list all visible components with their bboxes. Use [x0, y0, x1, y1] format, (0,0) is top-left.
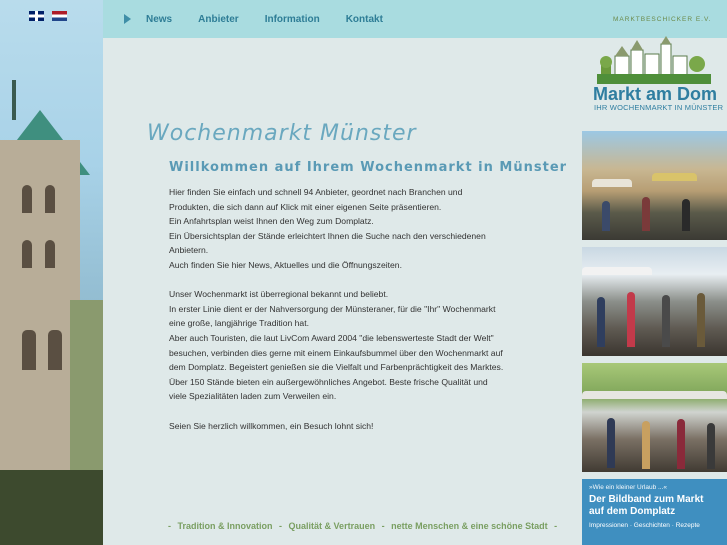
nav-information[interactable]: Information	[265, 14, 320, 25]
text-line: Über 150 Stände bieten ein außergewöhnli…	[169, 376, 488, 387]
arrow-right-icon	[124, 14, 131, 24]
promo-title: Der Bildband zum Markt auf dem Domplatz	[589, 494, 704, 517]
book-promo-banner[interactable]: »Wie ein kleiner Urlaub ...« Der Bildban…	[582, 479, 727, 545]
text-line: Hier finden Sie einfach und schnell 94 A…	[169, 187, 463, 197]
nl-flag-icon[interactable]	[52, 11, 67, 21]
town-skyline-icon	[597, 36, 711, 84]
footer-slogans: - Tradition & Innovation - Qualität & Ve…	[168, 521, 558, 531]
promo-quote: »Wie ein kleiner Urlaub ...«	[589, 484, 668, 491]
text-line: eine große, langjährige Tradition hat.	[169, 318, 309, 329]
market-photo-3	[582, 363, 727, 472]
text-line: In erster Linie dient er der Nahversorgu…	[169, 303, 496, 314]
logo[interactable]: MARKTBESCHICKER E.V. Markt am Dom IHR WO…	[589, 14, 723, 114]
uk-flag-icon[interactable]	[29, 11, 44, 21]
logo-title: Markt am Dom	[593, 84, 718, 104]
slogan-tradition: Tradition & Innovation	[177, 521, 273, 531]
slogan-quality: Qualität & Vertrauen	[288, 521, 376, 531]
text-line: Ein Übersichtsplan der Stände erleichter…	[169, 230, 486, 241]
intro-text: Hier finden Sie einfach und schnell 94 A…	[169, 185, 529, 433]
nav-news[interactable]: News	[146, 14, 172, 25]
text-line: Anbietern.	[169, 245, 209, 256]
text-line: Produkten, die sich dann auf Klick mit e…	[169, 201, 442, 212]
text-line: dem Domplatz. Begeistert genießen sie di…	[169, 362, 504, 373]
logo-subtitle: IHR WOCHENMARKT IN MÜNSTER	[594, 103, 724, 112]
promo-footer: Impressionen · Geschichten · Rezepte	[589, 522, 700, 529]
closing-line: Seien Sie herzlich willkommen, ein Besuc…	[169, 420, 374, 431]
slogan-people: nette Menschen & eine schöne Stadt	[391, 521, 548, 531]
text-line: Ein Anfahrtsplan weist Ihnen den Weg zum…	[169, 216, 374, 227]
text-line: besuchen, verbinden dies gerne mit einem…	[169, 347, 503, 358]
text-line: Auch finden Sie hier News, Aktuelles und…	[169, 259, 402, 270]
text-line: viele Spezialitäten laden zum Verweilen …	[169, 391, 337, 402]
market-photo-1	[582, 131, 727, 240]
main-nav: News Anbieter Information Kontakt	[124, 0, 409, 38]
language-flags	[29, 11, 67, 21]
text-line: Aber auch Touristen, die laut LivCom Awa…	[169, 332, 494, 343]
page-title: Wochenmarkt Münster	[147, 121, 417, 146]
cathedral-photo	[0, 0, 103, 545]
market-photo-2	[582, 247, 727, 356]
welcome-heading: Willkommen auf Ihrem Wochenmarkt in Müns…	[169, 160, 568, 175]
nav-anbieter[interactable]: Anbieter	[198, 14, 239, 25]
nav-kontakt[interactable]: Kontakt	[346, 14, 383, 25]
logo-arc-text: MARKTBESCHICKER E.V.	[613, 16, 712, 23]
text-line: Unser Wochenmarkt ist überregional bekan…	[169, 289, 389, 300]
